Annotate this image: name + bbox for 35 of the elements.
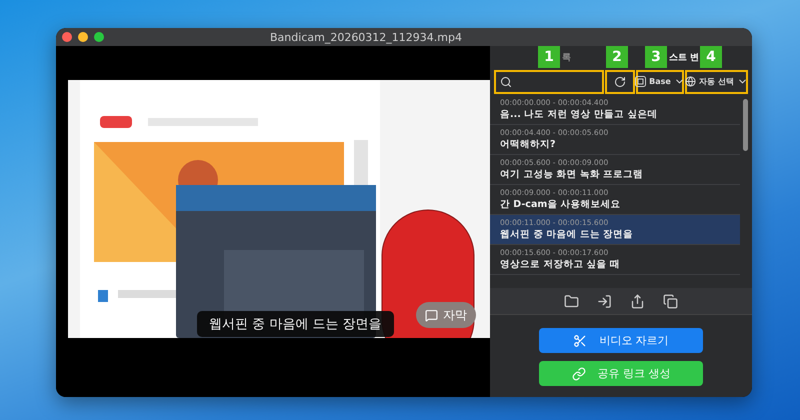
scrollbar[interactable] [743,99,748,151]
language-dropdown[interactable]: 자동 선택 [685,70,748,94]
subtitle-caption: 웹서핀 중 마음에 드는 장면을 [197,311,394,337]
search-field[interactable] [494,70,604,94]
cut-video-button[interactable]: 비디오 자르기 [539,328,703,353]
tab[interactable]: 록 [562,50,571,64]
link-icon [572,366,586,380]
subtitle-text: 영상으로 저장하고 싶을 때 [500,259,621,271]
number-badge: 4 [700,46,722,68]
globe-icon [685,76,696,87]
subtitle-text: 간 D-cam을 사용해보세요 [500,199,622,211]
refresh-button[interactable] [605,70,635,94]
number-badge: 2 [606,46,628,68]
chip-icon [635,76,646,87]
close-button[interactable] [62,32,72,42]
window-title: Bandicam_20260312_112934.mp4 [270,30,462,44]
speech-bubble-icon [425,308,438,322]
share-icon[interactable] [630,294,645,308]
folder-icon[interactable] [564,294,579,308]
tab[interactable]: 스트 변 [669,50,700,64]
subtitle-text: 음... 나도 저런 영상 만들고 싶은데 [500,109,658,121]
number-badge: 1 [538,46,560,68]
subtitle-text: 여기 고성능 화면 녹화 프로그램 [500,169,644,181]
search-icon [500,76,512,88]
scissors-icon [573,334,588,348]
subtitle-text: 웹서핀 중 마음에 드는 장면을 [500,229,634,241]
model-dropdown[interactable]: Base [636,70,684,94]
subtitle-button[interactable]: 자막 [416,302,476,328]
zoom-button[interactable] [94,32,104,42]
refresh-icon [614,76,626,88]
number-badge: 3 [645,46,667,68]
minimize-button[interactable] [78,32,88,42]
import-icon[interactable] [597,294,612,308]
copy-icon[interactable] [663,294,678,308]
subtitle-text: 어떡해하지? [500,139,557,151]
